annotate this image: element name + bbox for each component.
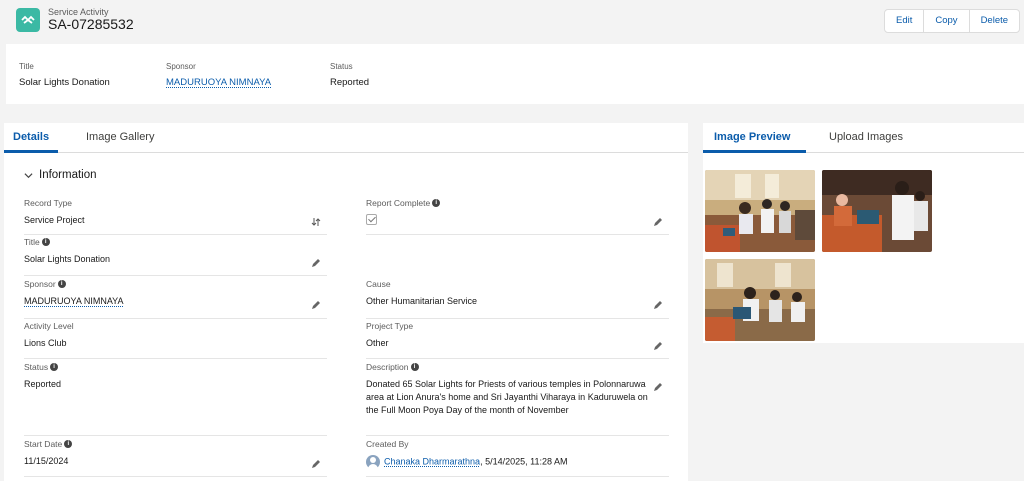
field-activity-level: Activity Level Lions Club [24, 321, 327, 359]
info-icon[interactable]: i [432, 199, 441, 207]
tab-upload-images[interactable]: Upload Images [829, 131, 903, 143]
active-tab-indicator [703, 150, 806, 153]
field-label: Project Type [366, 321, 414, 331]
info-icon[interactable]: i [41, 238, 50, 246]
field-label: Created By [366, 439, 409, 449]
tab-image-gallery[interactable]: Image Gallery [86, 131, 154, 143]
created-by-user-link[interactable]: Chanaka Dharmarathna [384, 456, 480, 466]
field-label: Record Type [24, 198, 73, 208]
service-activity-icon [16, 8, 40, 32]
field-value: 11/15/2024 [24, 456, 69, 466]
avatar [366, 455, 380, 469]
active-tab-indicator [4, 150, 58, 153]
field-label: Start Date [24, 439, 63, 449]
field-label: Report Complete [366, 198, 431, 208]
edit-pencil-icon[interactable] [311, 300, 321, 310]
info-icon[interactable]: i [57, 280, 66, 288]
details-card: Details Image Gallery Information Record… [4, 123, 688, 481]
record-name: SA-07285532 [48, 16, 134, 32]
created-timestamp: , 5/14/2025, 11:28 AM [480, 456, 568, 467]
highlight-status: Status Reported [330, 62, 369, 88]
field-title: Title i Solar Lights Donation [24, 237, 327, 276]
info-icon[interactable]: i [64, 440, 73, 448]
highlights-panel: Title Solar Lights Donation Sponsor MADU… [6, 44, 1024, 104]
highlight-value: Reported [330, 77, 370, 88]
copy-button[interactable]: Copy [924, 10, 970, 32]
edit-pencil-icon[interactable] [311, 258, 321, 268]
highlight-label: Title [19, 62, 34, 71]
edit-pencil-icon[interactable] [653, 341, 663, 351]
field-sponsor: Sponsor i MADURUOYA NIMNAYA [24, 279, 327, 319]
edit-pencil-icon[interactable] [653, 382, 663, 392]
field-label: Description [366, 362, 409, 372]
highlight-label: Status [330, 62, 353, 71]
field-label: Status [24, 362, 49, 372]
image-tabset: Image Preview Upload Images [703, 123, 1024, 153]
field-cause: Cause Other Humanitarian Service [366, 279, 669, 319]
section-header-information[interactable]: Information [24, 169, 97, 181]
field-label: Activity Level [24, 321, 74, 331]
field-value: Service Project [24, 215, 85, 225]
delete-button[interactable]: Delete [969, 10, 1020, 32]
details-tabset: Details Image Gallery [4, 123, 688, 153]
field-label: Cause [366, 279, 391, 289]
field-record-type: Record Type Service Project [24, 198, 327, 235]
highlight-label: Sponsor [166, 62, 196, 71]
field-value: Lions Club [24, 338, 67, 348]
edit-pencil-icon[interactable] [653, 217, 663, 227]
field-label: Title [24, 237, 40, 247]
tab-details[interactable]: Details [13, 131, 49, 143]
field-created-by: Created By Chanaka Dharmarathna, 5/14/20… [366, 439, 669, 477]
highlight-value: Solar Lights Donation [19, 77, 110, 88]
report-complete-checkbox [366, 214, 377, 225]
section-title: Information [39, 169, 97, 181]
field-value: Other Humanitarian Service [366, 296, 478, 306]
field-status: Status i Reported [24, 362, 327, 436]
edit-pencil-icon[interactable] [311, 459, 321, 469]
chevron-down-icon [24, 172, 33, 178]
edit-button[interactable]: Edit [885, 10, 925, 32]
field-value: Donated 65 Solar Lights for Priests of v… [366, 379, 648, 415]
field-label: Sponsor [24, 279, 56, 289]
info-icon[interactable]: i [50, 363, 59, 371]
image-thumbnail[interactable] [705, 259, 815, 341]
image-thumbnail[interactable] [822, 170, 932, 252]
field-value: Solar Lights Donation [24, 254, 111, 264]
field-project-type: Project Type Other [366, 321, 669, 359]
image-preview-card: Image Preview Upload Images [703, 123, 1024, 343]
change-record-type-icon[interactable] [311, 217, 321, 227]
record-header: Service Activity SA-07285532 Edit Copy D… [0, 0, 1024, 44]
field-start-date: Start Date i 11/15/2024 [24, 439, 327, 477]
highlight-sponsor: Sponsor MADURUOYA NIMNAYA [166, 62, 271, 88]
field-value: Reported [24, 379, 62, 389]
sponsor-link[interactable]: MADURUOYA NIMNAYA [24, 295, 327, 308]
highlight-title: Title Solar Lights Donation [19, 62, 110, 88]
tab-image-preview[interactable]: Image Preview [714, 131, 790, 143]
field-description: Description i Donated 65 Solar Lights for… [366, 362, 669, 436]
sponsor-link[interactable]: MADURUOYA NIMNAYA [166, 77, 271, 88]
action-button-group: Edit Copy Delete [884, 9, 1021, 33]
image-thumbnail[interactable] [705, 170, 815, 252]
info-icon[interactable]: i [410, 363, 419, 371]
field-report-complete: Report Complete i [366, 198, 669, 235]
field-value: Other [366, 338, 389, 348]
edit-pencil-icon[interactable] [653, 300, 663, 310]
